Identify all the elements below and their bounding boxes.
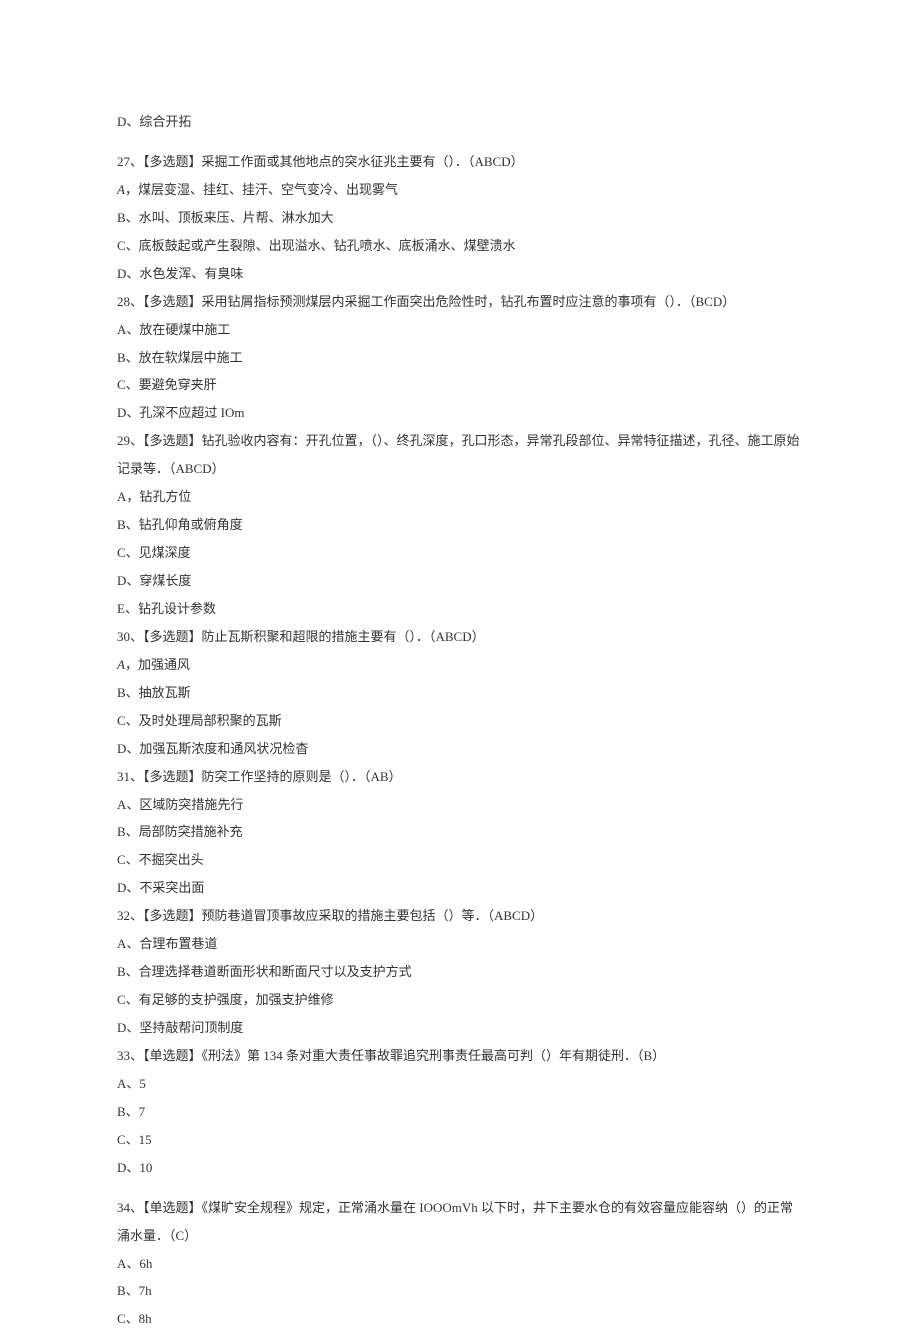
- text-line: 30、【多选题】防止瓦斯积聚和超限的措施主要有（）．（ABCD）: [117, 623, 803, 651]
- text-line: C、15: [117, 1126, 803, 1154]
- text-line: 33、【单选题】《刑法》第 134 条对重大责任事故罪追究刑事责任最高可判（）年…: [117, 1042, 803, 1070]
- text-line: C、不掘突出头: [117, 846, 803, 874]
- text-line: B、抽放瓦斯: [117, 679, 803, 707]
- text-line: D、加强瓦斯浓度和通风状况检杳: [117, 735, 803, 763]
- text-line: A、6h: [117, 1250, 803, 1278]
- text-line: D、10: [117, 1154, 803, 1182]
- text-line: A，钻孔方位: [117, 483, 803, 511]
- text-line: B、7h: [117, 1277, 803, 1305]
- text-line: B、钻孔仰角或俯角度: [117, 511, 803, 539]
- text-line: B、合理选择巷道断面形状和断面尺寸以及支护方式: [117, 958, 803, 986]
- text-line: C、底板鼓起或产生裂隙、出现溢水、钻孔喷水、底板涌水、煤壁溃水: [117, 232, 803, 260]
- text-line: 27、【多选题】采掘工作面或其他地点的突水征兆主要有（）．（ABCD）: [117, 148, 803, 176]
- text-line: 29、【多选题】钻孔验收内容有：开孔位置，（）、终孔深度，孔口形态，异常孔段部位…: [117, 427, 803, 483]
- option-text: ，加强通风: [125, 657, 190, 672]
- text-line: 34、【单选题】《煤旷安全规程》规定，正常涌水量在 IOOOmVh 以下时，井下…: [117, 1194, 803, 1250]
- text-line: A，煤层变湿、挂红、挂汗、空气变冷、出现雾气: [117, 176, 803, 204]
- text-line: A，加强通风: [117, 651, 803, 679]
- text-line: C、8h: [117, 1305, 803, 1333]
- option-text: ，煤层变湿、挂红、挂汗、空气变冷、出现雾气: [125, 182, 398, 197]
- text-line: C、及时处理局部积聚的瓦斯: [117, 707, 803, 735]
- option-prefix: A: [117, 657, 125, 672]
- text-line: 31、【多选题】防突工作坚持的原则是（）．（AB）: [117, 763, 803, 791]
- text-line: B、局部防突措施补充: [117, 818, 803, 846]
- text-line: A、5: [117, 1070, 803, 1098]
- document-body: D、综合开拓 27、【多选题】采掘工作面或其他地点的突水征兆主要有（）．（ABC…: [117, 108, 803, 1333]
- text-line: D、综合开拓: [117, 108, 803, 136]
- text-line: C、有足够的支护强度，加强支护维修: [117, 986, 803, 1014]
- text-line: A、合理布置巷道: [117, 930, 803, 958]
- blank-line: [117, 136, 803, 148]
- text-line: B、7: [117, 1098, 803, 1126]
- option-prefix: A: [117, 182, 125, 197]
- text-line: A、放在硬煤中施工: [117, 316, 803, 344]
- text-line: C、见煤深度: [117, 539, 803, 567]
- text-line: A、区域防突措施先行: [117, 791, 803, 819]
- text-line: B、放在软煤层中施工: [117, 344, 803, 372]
- text-line: B、水叫、顶板来压、片帮、淋水加大: [117, 204, 803, 232]
- text-line: 32、【多选题】预防巷道冒顶事故应采取的措施主要包括（）等．（ABCD）: [117, 902, 803, 930]
- blank-line: [117, 1182, 803, 1194]
- text-line: 28、【多选题】采用钻屑指标预测煤层内采掘工作面突出危险性时，钻孔布置时应注意的…: [117, 288, 803, 316]
- text-line: D、孔深不应超过 IOm: [117, 399, 803, 427]
- text-line: D、坚持敲帮问顶制度: [117, 1014, 803, 1042]
- text-line: D、水色发浑、有臭味: [117, 260, 803, 288]
- text-line: D、不采突出面: [117, 874, 803, 902]
- text-line: C、要避免穿夹肝: [117, 371, 803, 399]
- text-line: D、穿煤长度: [117, 567, 803, 595]
- text-line: E、钻孔设计参数: [117, 595, 803, 623]
